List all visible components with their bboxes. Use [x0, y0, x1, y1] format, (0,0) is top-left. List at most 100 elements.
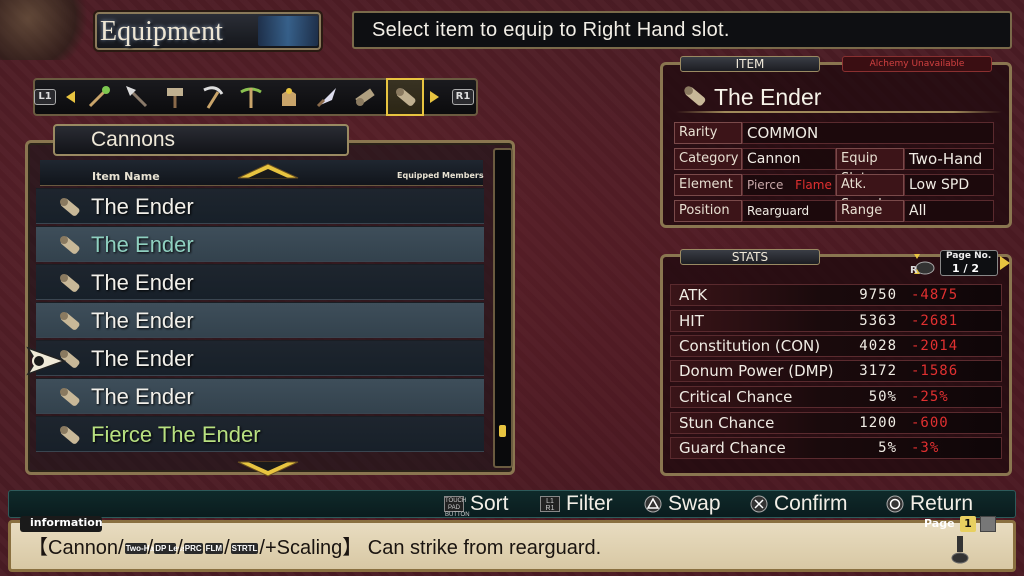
list-item[interactable]: The Ender: [36, 188, 484, 224]
bag-icon[interactable]: [274, 82, 304, 112]
cannon-item-icon: [60, 312, 80, 330]
list-scrollbar[interactable]: [493, 148, 513, 468]
list-scroll-thumb[interactable]: [499, 425, 506, 437]
touchpad-button-icon: TOUCH PAD BUTTON: [444, 496, 470, 518]
staff-icon[interactable]: [84, 82, 114, 112]
stat-delta: -2014: [911, 338, 959, 354]
atk-speed-value: Low SPD: [904, 174, 994, 196]
stat-value: 4028: [859, 338, 897, 354]
scythe-icon[interactable]: [198, 82, 228, 112]
stat-name: Donum Power (DMP): [679, 362, 834, 380]
cross-button-icon: [750, 495, 768, 513]
confirm-button[interactable]: Confirm: [750, 490, 848, 518]
category-value: Cannon: [742, 148, 836, 170]
list-item-label: The Ender: [91, 384, 194, 409]
info-page-close-icon[interactable]: [980, 516, 996, 532]
position-label: Position: [674, 200, 742, 222]
stat-name: Guard Chance: [679, 439, 786, 457]
stat-value: 9750: [859, 287, 897, 303]
equip-slot-label: Equip Slot: [836, 148, 904, 186]
page-number-value: 1 / 2: [952, 262, 979, 275]
list-item[interactable]: The Ender: [36, 264, 484, 300]
category-prev-arrow[interactable]: [66, 91, 75, 103]
cannon-item-icon: [60, 388, 80, 406]
header-equipped-members: Equipped Members: [397, 171, 484, 180]
stat-value: 5%: [878, 440, 897, 456]
rarity-value: COMMON: [742, 122, 994, 144]
info-page-label: Page: [924, 517, 955, 530]
cannon-item-icon: [60, 426, 80, 444]
list-item[interactable]: The Ender: [36, 302, 484, 338]
stat-value: 1200: [859, 415, 897, 431]
stat-row-guard: Guard Chance 5% -3%: [670, 437, 1002, 459]
rarity-label: Rarity: [674, 122, 742, 144]
list-item[interactable]: The Ender: [36, 226, 484, 262]
blade-icon[interactable]: [312, 82, 342, 112]
list-item-label: The Ender: [91, 232, 194, 257]
crossbow-icon[interactable]: [236, 82, 266, 112]
list-item[interactable]: The Ender: [36, 378, 484, 414]
element-flame: Flame: [795, 178, 832, 192]
return-label: Return: [910, 492, 974, 515]
info-separator: /: [224, 537, 230, 559]
page-next-arrow[interactable]: [1000, 256, 1010, 270]
two-hand-icon: Two-Hand: [124, 542, 164, 554]
stat-value: 50%: [868, 389, 897, 405]
list-item-label: The Ender: [91, 346, 194, 371]
item-tab: ITEM: [680, 56, 820, 72]
gatling-icon[interactable]: [350, 82, 380, 112]
item-name: The Ender: [714, 84, 822, 110]
stat-delta: -3%: [911, 440, 940, 456]
cannon-item-icon: [60, 236, 80, 254]
filter-button[interactable]: L1 R1 Filter: [540, 490, 613, 518]
header-item-name: Item Name: [92, 170, 160, 183]
corner-flourish: [0, 0, 95, 60]
r-stick-label: R: [910, 265, 918, 276]
stat-delta: -4875: [911, 287, 959, 303]
stat-name: Constitution (CON): [679, 337, 821, 355]
range-value: All: [904, 200, 994, 222]
stat-value: 5363: [859, 313, 897, 329]
equip-slot-value: Two-Hand: [904, 148, 994, 170]
l1-button[interactable]: L1: [34, 89, 56, 105]
pierce-element-icon: PRC: [183, 542, 203, 554]
list-item-label: Fierce The Ender: [91, 422, 261, 447]
atk-speed-label: Atk. Speed: [836, 174, 904, 212]
swap-button[interactable]: Swap: [644, 490, 721, 518]
r1-button[interactable]: R1: [452, 89, 474, 105]
stat-row-critical: Critical Chance 50% -25%: [670, 386, 1002, 408]
spear-icon[interactable]: [122, 82, 152, 112]
element-pierce: Pierce: [747, 178, 784, 192]
circle-button-icon: [886, 495, 904, 513]
hammer-icon[interactable]: [160, 82, 190, 112]
sort-button[interactable]: TOUCH PAD BUTTON Sort: [444, 490, 509, 518]
list-item-label: The Ender: [91, 270, 194, 295]
list-item-label: The Ender: [91, 194, 194, 219]
info-category: 【Cannon/: [28, 537, 124, 559]
page-number-label: Page No.: [946, 251, 992, 261]
triangle-button-icon: [644, 495, 662, 513]
stat-row-hit: HIT 5363 -2681: [670, 310, 1002, 332]
list-title: Cannons: [91, 128, 176, 151]
cannon-item-icon: [684, 86, 706, 106]
stat-row-con: Constitution (CON) 4028 -2014: [670, 335, 1002, 357]
control-hints-bar: [8, 490, 1016, 518]
info-page-number[interactable]: 1: [960, 516, 976, 532]
stat-name: HIT: [679, 312, 704, 330]
return-button[interactable]: Return: [886, 490, 973, 518]
stat-delta: -2681: [911, 313, 959, 329]
selection-cursor-icon: [26, 346, 66, 376]
instruction-text: Select item to equip to Right Hand slot.: [372, 19, 730, 41]
stat-delta: -600: [911, 415, 949, 431]
cannon-icon[interactable]: [386, 78, 424, 116]
position-value: Rearguard: [742, 200, 836, 222]
category-next-arrow[interactable]: [430, 91, 439, 103]
list-item[interactable]: The Ender: [36, 340, 484, 376]
stats-tab: STATS: [680, 249, 820, 265]
scroll-down-arrow-icon[interactable]: [233, 460, 303, 478]
list-item[interactable]: Fierce The Ender: [36, 416, 484, 452]
scroll-up-arrow-icon[interactable]: [233, 162, 303, 180]
range-label: Range: [836, 200, 904, 222]
info-separator: /: [147, 537, 154, 559]
title-ornament: [258, 16, 318, 46]
